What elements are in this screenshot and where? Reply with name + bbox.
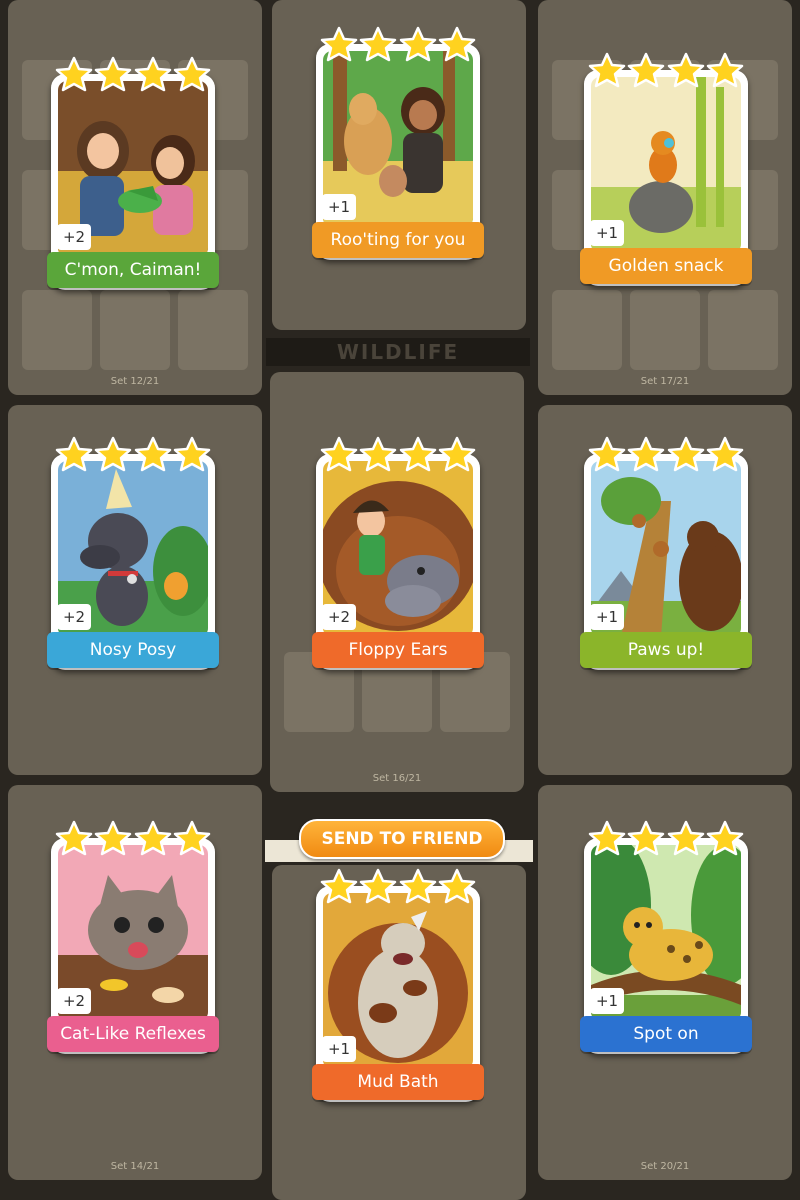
star-icon: [134, 820, 172, 858]
card-frame: +2 Floppy Ears: [312, 454, 484, 670]
star-rating: [320, 436, 476, 474]
star-icon: [94, 436, 132, 474]
card-title: Golden snack: [580, 248, 752, 284]
card-title: Nosy Posy: [47, 632, 219, 668]
card-frame: +2 Cat-Like Reflexes: [47, 838, 219, 1054]
card-paws-up[interactable]: +1 Paws up!: [580, 436, 752, 674]
card-frame: +2 Nosy Posy: [47, 454, 219, 670]
set-label: Set 17/21: [640, 376, 690, 387]
star-icon: [667, 436, 705, 474]
album-band: WILDLIFE: [266, 338, 530, 366]
card-rooting-for-you[interactable]: +1 Roo'ting for you: [312, 26, 484, 264]
star-icon: [438, 868, 476, 906]
star-rating: [588, 436, 744, 474]
star-icon: [320, 26, 358, 64]
star-icon: [588, 52, 626, 90]
star-icon: [359, 26, 397, 64]
card-frame: +1 Paws up!: [580, 454, 752, 670]
card-frame: +1 Golden snack: [580, 70, 752, 286]
star-icon: [55, 56, 93, 94]
card-title: Floppy Ears: [312, 632, 484, 668]
star-rating: [588, 52, 744, 90]
card-count: +1: [322, 194, 356, 220]
star-icon: [320, 436, 358, 474]
star-icon: [359, 436, 397, 474]
card-title: Roo'ting for you: [312, 222, 484, 258]
star-icon: [667, 820, 705, 858]
star-icon: [706, 436, 744, 474]
star-icon: [55, 820, 93, 858]
star-icon: [134, 436, 172, 474]
star-rating: [55, 820, 211, 858]
card-mud-bath[interactable]: +1 Mud Bath: [312, 868, 484, 1106]
star-icon: [706, 820, 744, 858]
star-rating: [320, 26, 476, 64]
card-cmon-caiman[interactable]: +2 C'mon, Caiman!: [47, 56, 219, 294]
card-nosy-posy[interactable]: +2 Nosy Posy: [47, 436, 219, 674]
card-count: +1: [590, 988, 624, 1014]
star-icon: [588, 820, 626, 858]
card-frame: +1 Mud Bath: [312, 886, 484, 1102]
star-rating: [55, 56, 211, 94]
star-icon: [399, 26, 437, 64]
star-icon: [399, 868, 437, 906]
star-icon: [94, 820, 132, 858]
card-floppy-ears[interactable]: +2 Floppy Ears: [312, 436, 484, 674]
star-icon: [667, 52, 705, 90]
card-count: +2: [322, 604, 356, 630]
star-icon: [94, 56, 132, 94]
star-icon: [173, 820, 211, 858]
set-label: Set 16/21: [372, 773, 422, 784]
send-to-friend-button[interactable]: SEND TO FRIEND: [299, 819, 505, 859]
star-icon: [55, 436, 93, 474]
card-frame: +1 Roo'ting for you: [312, 44, 484, 260]
star-rating: [320, 868, 476, 906]
star-icon: [627, 52, 665, 90]
card-count: +1: [322, 1036, 356, 1062]
star-icon: [627, 820, 665, 858]
star-icon: [320, 868, 358, 906]
set-label: Set 12/21: [110, 376, 160, 387]
card-title: Paws up!: [580, 632, 752, 668]
card-frame: +1 Spot on: [580, 838, 752, 1054]
card-count: +1: [590, 220, 624, 246]
star-icon: [173, 56, 211, 94]
set-label: Set 20/21: [640, 1161, 690, 1172]
star-icon: [706, 52, 744, 90]
star-rating: [588, 820, 744, 858]
card-golden-snack[interactable]: +1 Golden snack: [580, 52, 752, 290]
card-title: Cat-Like Reflexes: [47, 1016, 219, 1052]
card-spot-on[interactable]: +1 Spot on: [580, 820, 752, 1058]
star-icon: [359, 868, 397, 906]
card-frame: +2 C'mon, Caiman!: [47, 74, 219, 290]
star-icon: [134, 56, 172, 94]
star-icon: [438, 436, 476, 474]
set-label: Set 14/21: [110, 1161, 160, 1172]
card-title: Spot on: [580, 1016, 752, 1052]
card-count: +2: [57, 604, 91, 630]
card-count: +1: [590, 604, 624, 630]
star-icon: [438, 26, 476, 64]
card-cat-like-reflexes[interactable]: +2 Cat-Like Reflexes: [47, 820, 219, 1058]
card-title: Mud Bath: [312, 1064, 484, 1100]
card-title: C'mon, Caiman!: [47, 252, 219, 288]
star-icon: [627, 436, 665, 474]
card-count: +2: [57, 988, 91, 1014]
star-icon: [588, 436, 626, 474]
star-icon: [399, 436, 437, 474]
album-band-title: WILDLIFE: [336, 340, 460, 364]
card-count: +2: [57, 224, 91, 250]
star-icon: [173, 436, 211, 474]
star-rating: [55, 436, 211, 474]
